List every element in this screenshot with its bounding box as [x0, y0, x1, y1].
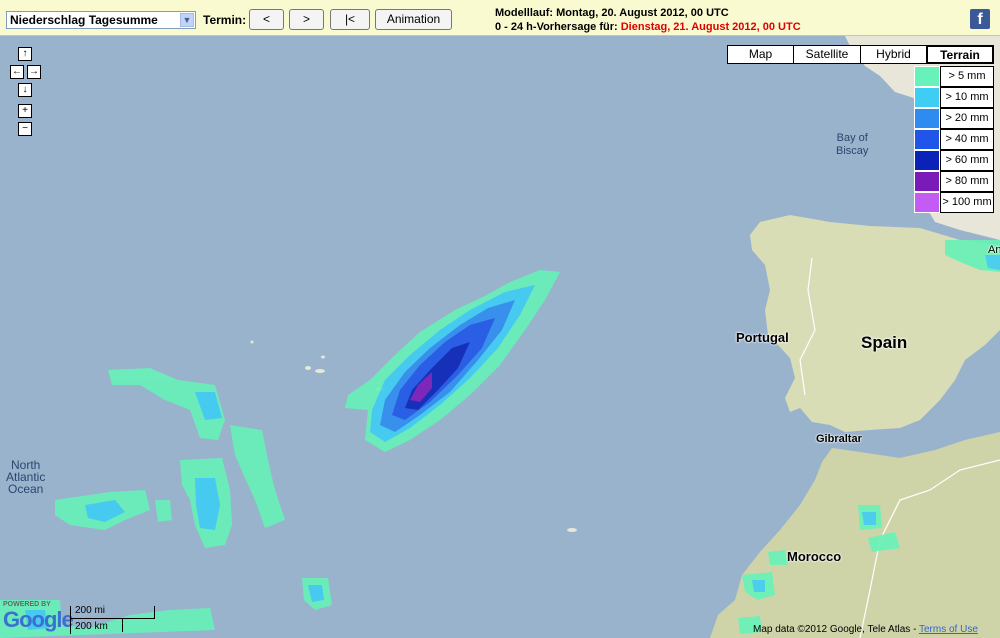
forecast-date: Dienstag, 21. August 2012, 00 UTC: [620, 21, 801, 33]
forecast-prefix: 0 - 24 h-Vorhersage für:: [495, 21, 618, 33]
legend-swatch: [914, 192, 940, 213]
first-button[interactable]: |<: [330, 9, 370, 30]
scale-mi: 200 mi: [75, 605, 106, 616]
legend-swatch: [914, 171, 940, 192]
legend-label: > 10 mm: [940, 87, 994, 108]
legend-swatch: [914, 108, 940, 129]
maptype-satellite-button[interactable]: Satellite: [793, 45, 861, 64]
label-morocco: Morocco: [787, 549, 842, 564]
legend-label: > 20 mm: [940, 108, 994, 129]
legend-label: > 5 mm: [940, 66, 994, 87]
chevron-down-icon[interactable]: ▼: [180, 13, 194, 27]
zoom-out-button[interactable]: −: [18, 122, 32, 136]
legend-label: > 40 mm: [940, 129, 994, 150]
label-north-atlantic: North Atlantic Ocean: [6, 458, 46, 496]
label-gibraltar: Gibraltar: [816, 433, 862, 445]
legend-swatch: [914, 129, 940, 150]
legend-row: > 20 mm: [914, 108, 994, 129]
forecast-text: 0 - 24 h-Vorhersage für: Dienstag, 21. A…: [495, 21, 801, 33]
product-select[interactable]: Niederschlag Tagesumme ▼: [6, 11, 196, 29]
attribution: Map data ©2012 Google, Tele Atlas - Term…: [753, 624, 978, 635]
pan-down-button[interactable]: ↓: [18, 83, 32, 97]
next-button[interactable]: >: [289, 9, 324, 30]
product-select-value: Niederschlag Tagesumme: [10, 13, 158, 27]
label-portugal: Portugal: [736, 330, 789, 345]
scale-bar: 200 mi 200 km: [70, 605, 156, 634]
animation-button[interactable]: Animation: [375, 9, 452, 30]
legend-swatch: [914, 66, 940, 87]
toolbar: Niederschlag Tagesumme ▼ Termin: < > |< …: [0, 0, 1000, 36]
prev-button[interactable]: <: [249, 9, 284, 30]
label-andorra: And: [988, 244, 1000, 256]
modelllauf-text: Modelllauf: Montag, 20. August 2012, 00 …: [495, 7, 729, 19]
map-canvas[interactable]: [0, 36, 1000, 638]
google-logo[interactable]: Google: [3, 607, 74, 633]
maptype-map-button[interactable]: Map: [727, 45, 794, 64]
terms-of-use-link[interactable]: Terms of Use: [919, 624, 978, 635]
legend-row: > 60 mm: [914, 150, 994, 171]
legend-label: > 80 mm: [940, 171, 994, 192]
termin-label: Termin:: [203, 13, 247, 27]
legend-row: > 5 mm: [914, 66, 994, 87]
legend-swatch: [914, 150, 940, 171]
label-spain: Spain: [861, 333, 908, 352]
attribution-text: Map data ©2012 Google, Tele Atlas -: [753, 624, 919, 635]
maptype-terrain-button[interactable]: Terrain: [926, 45, 994, 64]
facebook-icon[interactable]: f: [970, 9, 990, 29]
scale-km: 200 km: [75, 621, 108, 632]
label-bay-of-biscay: Bay of Biscay: [836, 132, 869, 157]
legend-label: > 100 mm: [940, 192, 994, 213]
pan-up-button[interactable]: ↑: [18, 47, 32, 61]
legend-row: > 40 mm: [914, 129, 994, 150]
legend-row: > 80 mm: [914, 171, 994, 192]
legend-label: > 60 mm: [940, 150, 994, 171]
legend-row: > 100 mm: [914, 192, 994, 213]
maptype-hybrid-button[interactable]: Hybrid: [860, 45, 927, 64]
zoom-in-button[interactable]: +: [18, 104, 32, 118]
legend-swatch: [914, 87, 940, 108]
pan-left-button[interactable]: ←: [10, 65, 24, 79]
pan-right-button[interactable]: →: [27, 65, 41, 79]
legend-row: > 10 mm: [914, 87, 994, 108]
